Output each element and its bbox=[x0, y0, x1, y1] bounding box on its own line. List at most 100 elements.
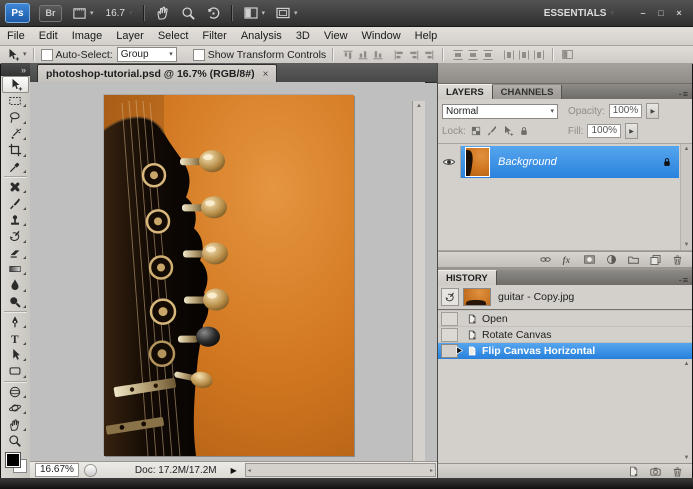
crop-tool[interactable] bbox=[1, 142, 28, 158]
lock-all-button[interactable] bbox=[518, 125, 530, 137]
opacity-value[interactable]: 100% bbox=[609, 104, 643, 118]
gradient-tool[interactable] bbox=[1, 261, 28, 277]
history-brush-tool[interactable] bbox=[1, 228, 28, 244]
layer-style-button[interactable] bbox=[561, 253, 574, 266]
layer-row-background[interactable]: Background bbox=[438, 146, 679, 178]
scroll-down-icon[interactable]: ▼ bbox=[684, 240, 690, 250]
menu-layer[interactable]: Layer bbox=[109, 27, 151, 45]
align-bottom-edges-button[interactable] bbox=[370, 48, 385, 61]
document-tab[interactable]: photoshop-tutorial.psd @ 16.7% (RGB/8#) … bbox=[37, 64, 277, 83]
distribute-bottom-edges-button[interactable] bbox=[480, 48, 495, 61]
scroll-up-icon[interactable]: ▲ bbox=[416, 101, 422, 111]
new-group-button[interactable] bbox=[627, 253, 640, 266]
scroll-left-icon[interactable]: ◂ bbox=[248, 465, 251, 476]
scroll-up-icon[interactable]: ▲ bbox=[684, 144, 690, 154]
lock-transparent-pixels-button[interactable] bbox=[470, 125, 482, 137]
horizontal-scrollbar[interactable]: ◂ ▸ bbox=[245, 463, 436, 477]
delete-layer-button[interactable] bbox=[671, 253, 684, 266]
rectangular-marquee-tool[interactable] bbox=[1, 93, 28, 109]
menu-file[interactable]: File bbox=[0, 27, 32, 45]
status-flyout-button[interactable]: ▶ bbox=[231, 466, 237, 475]
history-source-checkbox[interactable] bbox=[441, 312, 458, 326]
lock-image-pixels-button[interactable] bbox=[486, 125, 498, 137]
tab-close-icon[interactable]: × bbox=[263, 69, 269, 80]
panel-menu-button[interactable]: - ≡ bbox=[679, 89, 692, 99]
distribute-horizontal-centers-button[interactable] bbox=[516, 48, 531, 61]
scroll-up-icon[interactable]: ▲ bbox=[684, 359, 690, 369]
new-layer-button[interactable] bbox=[649, 253, 662, 266]
menu-edit[interactable]: Edit bbox=[32, 27, 65, 45]
view-extras-button[interactable]: ▾ bbox=[72, 6, 94, 21]
blur-tool[interactable] bbox=[1, 277, 28, 293]
menu-3d[interactable]: 3D bbox=[289, 27, 317, 45]
menu-analysis[interactable]: Analysis bbox=[234, 27, 289, 45]
auto-select-dropdown[interactable]: Group ▾ bbox=[117, 47, 177, 62]
tab-channels[interactable]: CHANNELS bbox=[493, 85, 563, 99]
new-snapshot-button[interactable] bbox=[649, 465, 662, 478]
color-swatches[interactable] bbox=[5, 452, 27, 472]
hand-tool[interactable] bbox=[1, 416, 28, 432]
lasso-tool[interactable] bbox=[1, 109, 28, 125]
3d-orbit-tool[interactable] bbox=[1, 400, 28, 416]
foreground-color-swatch[interactable] bbox=[6, 453, 20, 467]
scroll-right-icon[interactable]: ▸ bbox=[430, 465, 433, 476]
distribute-left-edges-button[interactable] bbox=[501, 48, 516, 61]
lock-position-button[interactable] bbox=[502, 125, 514, 137]
fill-value[interactable]: 100% bbox=[587, 124, 621, 138]
new-document-from-state-button[interactable] bbox=[627, 465, 640, 478]
clone-stamp-tool[interactable] bbox=[1, 212, 28, 228]
scroll-down-icon[interactable]: ▼ bbox=[684, 453, 690, 463]
layer-visibility-toggle[interactable] bbox=[438, 146, 461, 178]
rectangle-shape-tool[interactable] bbox=[1, 363, 28, 379]
close-button[interactable]: × bbox=[672, 7, 686, 20]
path-selection-tool[interactable] bbox=[1, 347, 28, 363]
arrange-documents-button[interactable]: ▾ bbox=[243, 5, 266, 21]
menu-select[interactable]: Select bbox=[151, 27, 196, 45]
history-state-flip-canvas-horizontal[interactable]: Flip Canvas Horizontal bbox=[438, 343, 692, 359]
zoom-level-control[interactable]: 16.7 ▾ bbox=[106, 8, 133, 19]
auto-align-layers-button[interactable] bbox=[560, 48, 575, 61]
maximize-button[interactable]: □ bbox=[654, 7, 668, 20]
history-scrollbar[interactable]: ▲ ▼ bbox=[681, 359, 692, 463]
show-transform-checkbox[interactable] bbox=[193, 49, 205, 61]
menu-filter[interactable]: Filter bbox=[195, 27, 233, 45]
move-tool[interactable] bbox=[2, 76, 29, 93]
opacity-slider-button[interactable]: ▶ bbox=[646, 103, 659, 119]
brush-tool[interactable] bbox=[1, 195, 28, 211]
adjustment-layer-button[interactable] bbox=[605, 253, 618, 266]
history-source-checkbox[interactable] bbox=[441, 328, 458, 342]
add-layer-mask-button[interactable] bbox=[583, 253, 596, 266]
menu-window[interactable]: Window bbox=[355, 27, 408, 45]
link-layers-button[interactable] bbox=[539, 253, 552, 266]
eraser-tool[interactable] bbox=[1, 245, 28, 261]
align-vertical-centers-button[interactable] bbox=[355, 48, 370, 61]
menu-view[interactable]: View bbox=[317, 27, 355, 45]
canvas-image[interactable] bbox=[104, 95, 354, 456]
zoom-tool[interactable] bbox=[1, 433, 28, 449]
auto-select-checkbox[interactable] bbox=[41, 49, 53, 61]
tools-panel-header[interactable]: » bbox=[1, 63, 30, 76]
eyedropper-tool[interactable] bbox=[1, 159, 28, 175]
screen-mode-button[interactable]: ▾ bbox=[275, 5, 298, 21]
distribute-top-edges-button[interactable] bbox=[450, 48, 465, 61]
align-right-edges-button[interactable] bbox=[421, 48, 436, 61]
align-left-edges-button[interactable] bbox=[391, 48, 406, 61]
pen-tool[interactable] bbox=[1, 314, 28, 330]
horizontal-type-tool[interactable] bbox=[1, 330, 28, 346]
delete-state-button[interactable] bbox=[671, 465, 684, 478]
zoom-tool-button[interactable] bbox=[181, 6, 196, 21]
launch-bridge-button[interactable]: Br bbox=[39, 5, 62, 22]
photoshop-logo[interactable]: Ps bbox=[5, 3, 30, 23]
tab-history[interactable]: HISTORY bbox=[438, 270, 497, 285]
dock-header[interactable] bbox=[438, 63, 692, 84]
history-state-rotate-canvas[interactable]: Rotate Canvas bbox=[438, 327, 692, 343]
layer-list-scrollbar[interactable]: ▲ ▼ bbox=[680, 144, 692, 250]
tab-layers[interactable]: LAYERS bbox=[438, 84, 493, 99]
distribute-vertical-centers-button[interactable] bbox=[465, 48, 480, 61]
menu-image[interactable]: Image bbox=[65, 27, 110, 45]
menu-help[interactable]: Help bbox=[408, 27, 445, 45]
status-zoom-field[interactable]: 16.67% bbox=[35, 463, 79, 477]
3d-rotate-tool[interactable] bbox=[1, 384, 28, 400]
history-state-open[interactable]: Open bbox=[438, 311, 692, 327]
layer-thumbnail[interactable] bbox=[465, 147, 490, 177]
